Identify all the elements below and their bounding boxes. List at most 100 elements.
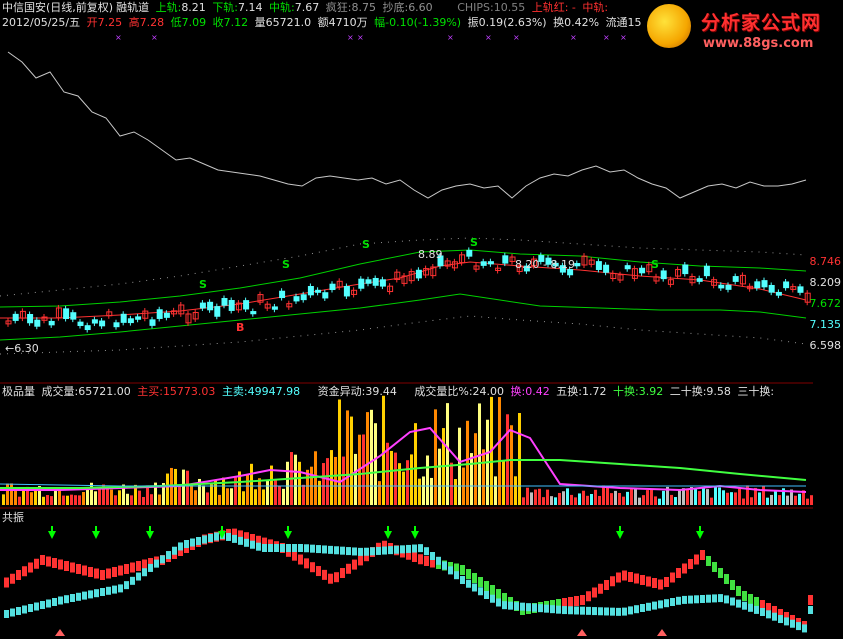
volume-bar — [322, 463, 325, 505]
volume-bar — [642, 495, 645, 505]
volume-bar — [6, 483, 9, 505]
volume-bar — [74, 495, 77, 505]
candle-body — [343, 286, 350, 297]
resonance-block — [670, 572, 675, 583]
volume-bar — [270, 465, 273, 505]
resonance-block — [382, 546, 387, 555]
resonance-block — [808, 606, 813, 614]
volume-bar — [774, 491, 777, 505]
resonance-block — [808, 595, 813, 605]
resonance-block — [250, 540, 255, 549]
resonance-block — [688, 559, 693, 569]
resonance-block — [478, 577, 483, 587]
candlestick-series — [5, 247, 811, 333]
resonance-block — [376, 546, 381, 555]
volume-bar — [82, 492, 85, 505]
resonance-block — [22, 566, 27, 577]
volume-bar — [410, 454, 413, 505]
volume-bar — [338, 399, 341, 505]
volume-bar — [522, 497, 525, 505]
volume-bar — [594, 489, 597, 505]
volume-bar — [330, 450, 333, 505]
resonance-block — [658, 600, 663, 609]
resonance-block — [418, 544, 423, 553]
turn20-label: 二十换: — [669, 385, 707, 398]
candle-body — [315, 289, 322, 293]
resonance-block — [94, 568, 99, 579]
resonance-block — [148, 563, 153, 572]
ratio-value: 24.00 — [472, 385, 505, 398]
volume-bar — [370, 409, 373, 505]
candle-body — [732, 276, 739, 282]
volume-bar — [646, 490, 649, 505]
volume-bar — [578, 493, 581, 505]
volume-bar — [730, 492, 733, 505]
resonance-block — [394, 545, 399, 554]
resonance-block — [790, 619, 795, 628]
resonance-block — [256, 542, 261, 551]
volume-bar — [346, 410, 349, 505]
volume-bar — [558, 492, 561, 505]
resonance-block — [778, 615, 783, 624]
volume-bar — [606, 487, 609, 505]
volume-bar — [466, 420, 469, 505]
resonance-block — [334, 572, 339, 583]
candle-body — [574, 263, 581, 267]
resonance-block — [226, 532, 231, 541]
candle-body — [127, 318, 134, 324]
resonance-block — [622, 607, 627, 616]
resonance-block — [460, 576, 465, 584]
volume-bar — [622, 496, 625, 505]
resonance-block — [646, 602, 651, 611]
fund-value: 39.44 — [365, 385, 397, 398]
resonance-block — [16, 607, 21, 615]
resonance-block — [268, 544, 273, 552]
resonance-block — [4, 610, 9, 618]
volume-bar — [406, 460, 409, 505]
candle-body — [639, 267, 646, 274]
candle-body — [113, 322, 120, 328]
resonance-block — [118, 565, 123, 576]
resonance-block — [298, 554, 303, 565]
resonance-panel-name[interactable]: 共振 — [2, 511, 24, 525]
chart-canvas[interactable]: × × × × × × × × × × — [0, 0, 843, 639]
candle-body — [27, 314, 34, 324]
candle-body — [307, 285, 314, 296]
candle-body — [135, 316, 142, 320]
resonance-block — [472, 583, 477, 592]
resonance-block — [466, 569, 471, 579]
candle-body — [322, 292, 329, 299]
volume-bar — [18, 496, 21, 505]
resonance-block — [706, 556, 711, 566]
resonance-block — [136, 572, 141, 581]
volume-bar — [202, 485, 205, 505]
resonance-block — [604, 607, 609, 616]
resonance-block — [490, 594, 495, 603]
resonance-block — [742, 591, 747, 601]
volume-bar — [418, 478, 421, 505]
resonance-block — [76, 564, 81, 574]
volume-bar — [674, 497, 677, 505]
resonance-block — [244, 538, 249, 547]
candle-body — [329, 283, 336, 291]
resonance-block — [178, 542, 183, 551]
candle-body — [480, 261, 487, 266]
volume-bar — [574, 497, 577, 505]
x-marker-icon: × — [513, 33, 520, 42]
candle-body — [372, 277, 379, 286]
resonance-block — [172, 546, 177, 555]
resonance-block — [634, 573, 639, 584]
volume-bar — [546, 489, 549, 505]
x-marker-icon: × — [347, 33, 354, 42]
resonance-block — [676, 596, 681, 605]
resonance-block — [352, 559, 357, 570]
volume-bar — [618, 492, 621, 505]
resonance-block — [142, 559, 147, 570]
candle-body — [34, 319, 41, 327]
resonance-block — [640, 575, 645, 585]
volume-panel-name[interactable]: 极品量 — [2, 385, 35, 398]
volume-bar — [258, 478, 261, 505]
volume-bar — [626, 491, 629, 505]
resonance-block — [202, 535, 207, 544]
resonance-block — [340, 568, 345, 578]
